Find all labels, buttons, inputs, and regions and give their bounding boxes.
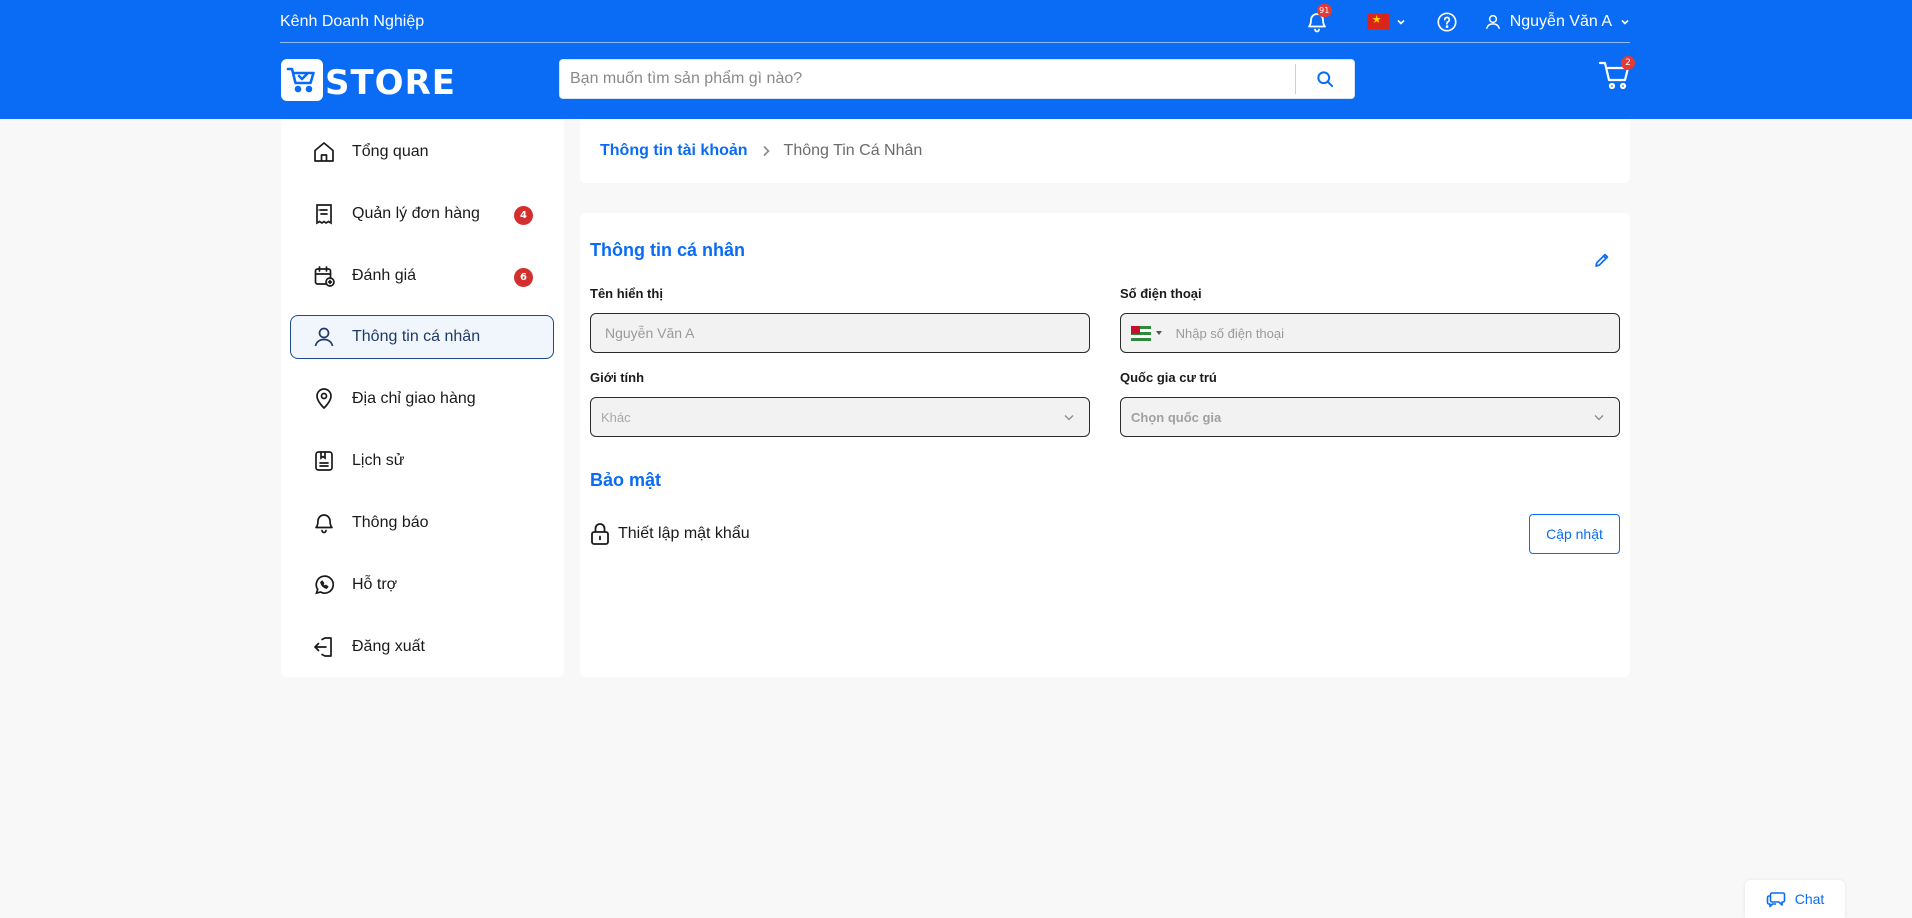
display-name-field[interactable] (591, 314, 1089, 352)
top-bar-actions: 91 Nguyễn Văn A (1305, 0, 1630, 43)
phone-number-field[interactable] (1175, 314, 1619, 352)
personal-info-card: Thông tin cá nhân Tên hiển thị Số điện t… (580, 213, 1630, 677)
sidebar-item-label: Lịch sử (352, 452, 405, 469)
chat-icon (1766, 892, 1786, 908)
breadcrumb-current: Thông Tin Cá Nhân (783, 142, 923, 159)
gender-value: Khác (601, 409, 631, 425)
help-icon (1437, 11, 1457, 32)
help-button[interactable] (1436, 11, 1458, 33)
business-channel-link[interactable]: Kênh Doanh Nghiệp (280, 13, 424, 31)
search-input[interactable] (560, 60, 1295, 98)
lock-icon (591, 523, 609, 545)
cart-logo-icon (281, 59, 323, 101)
update-password-button[interactable]: Cập nhật (1529, 514, 1620, 554)
chevron-down-icon (1397, 19, 1405, 25)
chat-button[interactable]: Chat (1745, 880, 1845, 918)
personal-info-title: Thông tin cá nhân (590, 240, 745, 260)
logo-text: STORE (325, 63, 456, 103)
sidebar-item-overview[interactable]: Tổng quan (290, 130, 554, 174)
sidebar-item-history[interactable]: Lịch sử (290, 439, 554, 483)
sidebar-item-label: Tổng quan (352, 143, 429, 160)
gender-label: Giới tính (590, 370, 645, 385)
sidebar-item-label: Thông tin cá nhân (352, 328, 481, 345)
phone-support-icon (311, 572, 337, 598)
chevron-down-icon (1593, 410, 1607, 424)
search-icon (1317, 71, 1334, 88)
history-icon (311, 448, 337, 474)
country-label: Quốc gia cư trú (1120, 370, 1217, 385)
reviews-count-badge: 6 (514, 268, 533, 287)
country-select[interactable]: Chọn quốc gia (1120, 397, 1620, 437)
search-button[interactable] (1296, 60, 1354, 98)
location-pin-icon (311, 386, 337, 412)
sidebar-item-notifications[interactable]: Thông báo (290, 501, 554, 545)
pencil-icon (1595, 253, 1609, 267)
sidebar-item-label: Hỗ trợ (352, 576, 398, 593)
bell-icon (311, 510, 337, 536)
sidebar-item-label: Đánh giá (352, 267, 417, 284)
user-name: Nguyễn Văn A (1509, 12, 1612, 30)
breadcrumb-account-info-link[interactable]: Thông tin tài khoản (600, 142, 748, 160)
password-setting-row: Thiết lập mật khẩu (590, 522, 750, 546)
chat-label: Chat (1794, 891, 1825, 907)
display-name-label: Tên hiển thị (590, 286, 663, 301)
edit-button[interactable] (1593, 251, 1611, 269)
password-setting-label: Thiết lập mật khẩu (618, 525, 750, 542)
sidebar-item-label: Địa chỉ giao hàng (352, 390, 476, 407)
home-icon (311, 139, 337, 165)
sidebar-item-label: Đăng xuất (352, 638, 425, 655)
top-bar: Kênh Doanh Nghiệp 91 Nguyễn Văn A (280, 0, 1630, 43)
notification-count-badge: 91 (1316, 3, 1332, 17)
gender-select[interactable]: Khác (590, 397, 1090, 437)
user-icon (311, 324, 337, 350)
calendar-review-icon (311, 263, 337, 289)
caret-down-icon (1155, 331, 1162, 335)
sidebar-item-shipping-address[interactable]: Địa chỉ giao hàng (290, 377, 554, 421)
sidebar-item-label: Quản lý đơn hàng (352, 205, 480, 222)
chevron-down-icon (1063, 410, 1077, 424)
sidebar-item-label: Thông báo (352, 514, 429, 531)
phone-field-wrap (1120, 313, 1620, 353)
sidebar-item-orders[interactable]: Quản lý đơn hàng 4 (290, 192, 554, 236)
cart-count-badge: 2 (1621, 56, 1635, 70)
sidebar-item-support[interactable]: Hỗ trợ (290, 563, 554, 607)
chevron-down-icon (1621, 19, 1629, 25)
cart-button[interactable]: 2 (1598, 56, 1635, 92)
breadcrumb: Thông tin tài khoản Thông Tin Cá Nhân (580, 119, 1630, 183)
phone-label: Số điện thoại (1120, 286, 1202, 301)
sidebar-item-reviews[interactable]: Đánh giá 6 (290, 254, 554, 298)
notifications-button[interactable]: 91 (1305, 3, 1332, 34)
site-header: Kênh Doanh Nghiệp 91 Nguyễn Văn A ST (0, 0, 1912, 119)
sidebar-item-logout[interactable]: Đăng xuất (290, 625, 554, 669)
display-name-field-wrap (590, 313, 1090, 353)
sidebar-item-personal-info[interactable]: Thông tin cá nhân (290, 315, 554, 359)
orders-count-badge: 4 (514, 206, 533, 225)
search-bar (559, 59, 1355, 99)
chevron-right-icon (761, 145, 771, 157)
user-menu[interactable]: Nguyễn Văn A (1484, 13, 1630, 31)
logout-icon (311, 634, 337, 660)
user-icon (1485, 14, 1500, 29)
country-placeholder: Chọn quốc gia (1131, 409, 1222, 425)
store-logo[interactable]: STORE (281, 59, 456, 103)
language-selector[interactable] (1366, 13, 1406, 29)
country-flag-icon[interactable] (1131, 325, 1151, 341)
account-sidebar: Tổng quan Quản lý đơn hàng 4 Đánh giá 6 … (281, 119, 564, 677)
security-title: Bảo mật (590, 470, 662, 490)
receipt-icon (311, 201, 337, 227)
vn-flag-icon (1366, 13, 1389, 29)
